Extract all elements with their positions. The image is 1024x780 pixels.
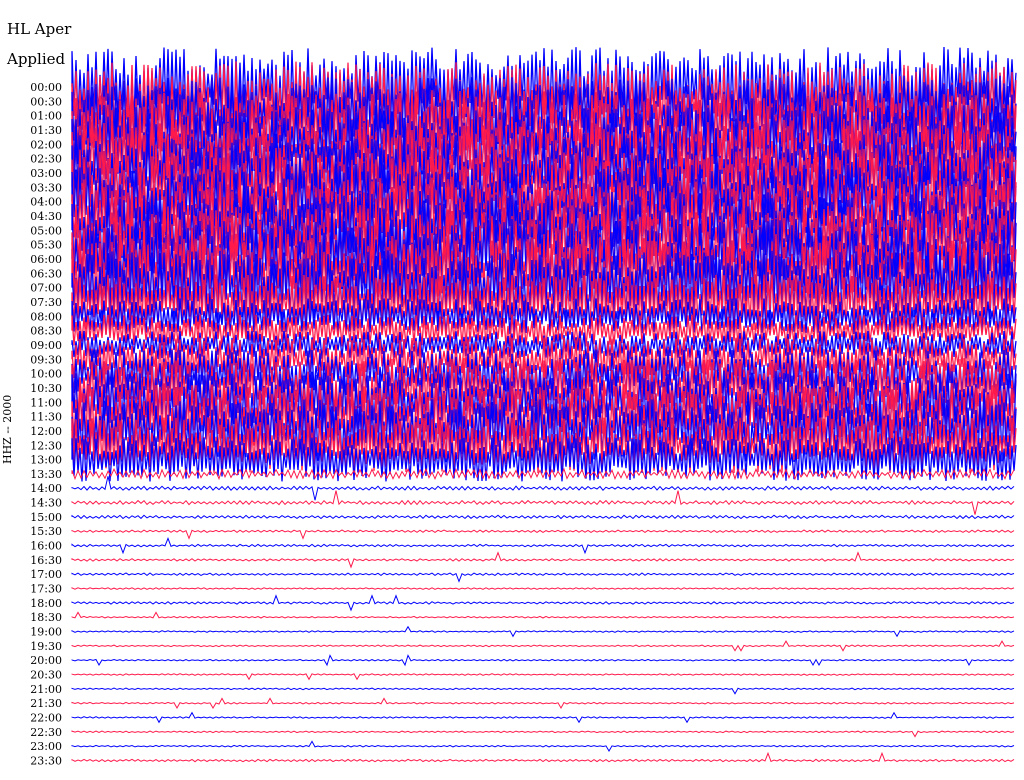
time-label-1630: 16:30 <box>30 554 62 567</box>
time-label-0430: 04:30 <box>30 210 62 223</box>
trace-row-1830 <box>71 611 1015 619</box>
time-label-2030: 20:30 <box>30 669 62 682</box>
trace-row-2030 <box>71 673 1015 681</box>
time-label-0400: 04:00 <box>30 196 62 209</box>
trace-row-1930 <box>71 640 1015 652</box>
time-label-0700: 07:00 <box>30 282 62 295</box>
trace-row-2000 <box>71 654 1015 667</box>
time-label-1400: 14:00 <box>30 482 62 495</box>
time-label-0330: 03:30 <box>30 181 62 194</box>
trace-row-1900 <box>71 625 1015 638</box>
time-label-2000: 20:00 <box>30 654 62 667</box>
trace-row-2100 <box>71 687 1015 695</box>
time-label-0530: 05:30 <box>30 239 62 252</box>
time-label-0200: 02:00 <box>30 138 62 151</box>
trace-row-2130 <box>71 697 1015 710</box>
time-label-1800: 18:00 <box>30 597 62 610</box>
filter-status-label: Applied <box>7 50 69 68</box>
time-label-0100: 01:00 <box>30 110 62 123</box>
time-label-2130: 21:30 <box>30 697 62 710</box>
time-label-0900: 09:00 <box>30 339 62 352</box>
trace-row-1730 <box>71 587 1015 590</box>
time-label-0500: 05:00 <box>30 224 62 237</box>
time-label-1100: 11:00 <box>30 396 62 409</box>
time-label-0600: 06:00 <box>30 253 62 266</box>
time-label-0800: 08:00 <box>30 310 62 323</box>
channel-label: HHZ -- 2000 <box>1 394 14 464</box>
time-label-1430: 14:30 <box>30 497 62 510</box>
trace-row-2300 <box>71 740 1015 752</box>
time-label-1900: 19:00 <box>30 626 62 639</box>
time-label-1930: 19:30 <box>30 640 62 653</box>
time-label-2100: 21:00 <box>30 683 62 696</box>
time-label-1130: 11:30 <box>30 411 62 424</box>
time-label-1330: 13:30 <box>30 468 62 481</box>
trace-row-2230 <box>71 730 1015 738</box>
time-label-0930: 09:30 <box>30 353 62 366</box>
time-label-0130: 01:30 <box>30 124 62 137</box>
helicorder-plot: 00:0000:30 01:0001:3002:00 02:3003:0003:30… <box>30 46 1017 768</box>
trace-row-2200 <box>71 711 1015 724</box>
time-label-2300: 23:00 <box>30 740 62 753</box>
time-label-1000: 10:00 <box>30 368 62 381</box>
time-label-1500: 15:00 <box>30 511 62 524</box>
time-label-1030: 10:30 <box>30 382 62 395</box>
time-label-0030: 00:30 <box>30 95 62 108</box>
time-label-2230: 22:30 <box>30 726 62 739</box>
time-label-1300: 13:00 <box>30 454 62 467</box>
time-label-2330: 23:30 <box>30 755 62 768</box>
time-label-0300: 03:00 <box>30 167 62 180</box>
time-label-2200: 22:00 <box>30 712 62 725</box>
time-label-1230: 12:30 <box>30 439 62 452</box>
time-label-1530: 15:30 <box>30 525 62 538</box>
station-label: HL Aper <box>7 20 75 38</box>
trace-row-1800 <box>71 594 1015 612</box>
trace-row-1530 <box>71 529 1015 540</box>
trace-row-2330 <box>71 751 1015 763</box>
time-label-1600: 16:00 <box>30 540 62 553</box>
time-label-0830: 08:30 <box>30 325 62 338</box>
time-label-0730: 07:30 <box>30 296 62 309</box>
trace-row-1630 <box>71 551 1015 569</box>
time-label-0230: 02:30 <box>30 153 62 166</box>
trace-row-1400 <box>71 476 1015 501</box>
time-label-1700: 17:00 <box>30 568 62 581</box>
time-label-1730: 17:30 <box>30 583 62 596</box>
trace-row-1430 <box>71 490 1015 515</box>
trace-row-1700 <box>71 572 1015 583</box>
time-label-1200: 12:00 <box>30 425 62 438</box>
trace-row-1500 <box>71 514 1015 520</box>
time-label-1830: 18:30 <box>30 611 62 624</box>
time-label-0630: 06:30 <box>30 267 62 280</box>
time-label-0000: 00:00 <box>30 81 62 94</box>
trace-row-1600 <box>71 537 1015 555</box>
